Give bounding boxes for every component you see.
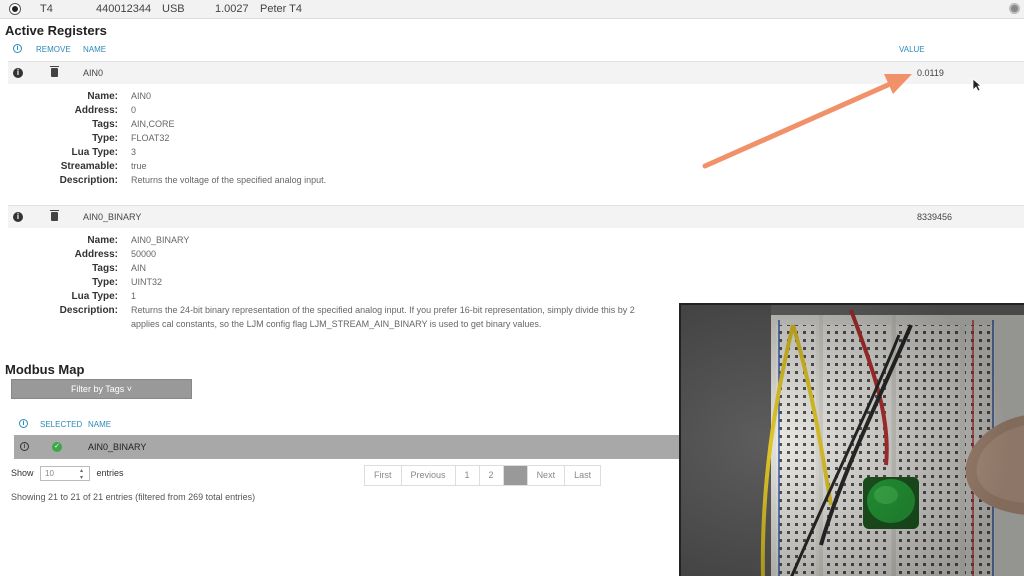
webcam-overlay [679, 303, 1024, 576]
mouse-cursor-icon [972, 78, 982, 92]
breadboard-photo [681, 305, 1024, 576]
